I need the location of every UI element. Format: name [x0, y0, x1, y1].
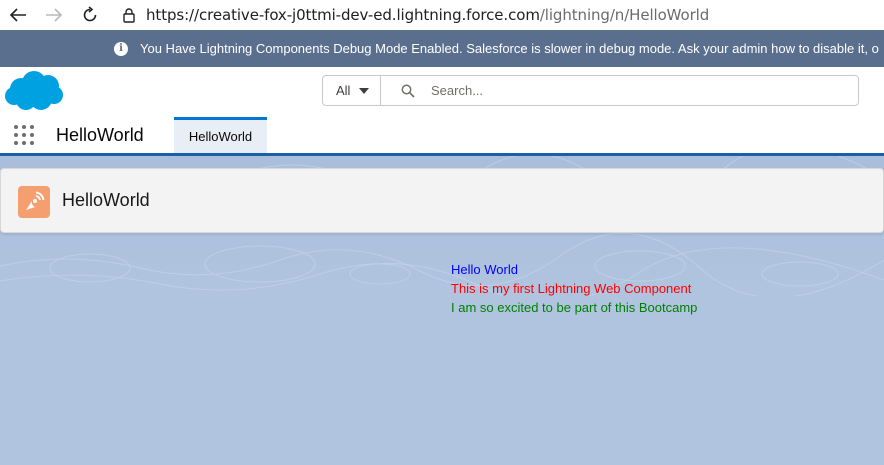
forward-arrow-icon — [46, 8, 63, 22]
search-input[interactable] — [431, 83, 811, 98]
back-arrow-icon — [9, 8, 26, 22]
broadcast-icon — [18, 186, 50, 218]
bootcamp-text: I am so excited to be part of this Bootc… — [451, 300, 698, 315]
lock-icon — [118, 7, 140, 23]
debug-mode-banner: i You Have Lightning Components Debug Mo… — [0, 30, 884, 67]
address-bar[interactable]: https://creative-fox-j0ttmi-dev-ed.light… — [118, 0, 709, 30]
lwc-output: Hello World This is my first Lightning W… — [451, 260, 697, 317]
back-button[interactable] — [0, 0, 36, 30]
debug-banner-message: You Have Lightning Components Debug Mode… — [140, 41, 879, 56]
tab-helloworld[interactable]: HelloWorld — [174, 117, 267, 153]
app-launcher-icon[interactable] — [12, 123, 36, 147]
app-name: HelloWorld — [56, 125, 144, 145]
hello-world-text: Hello World — [451, 262, 518, 277]
reload-button[interactable] — [72, 0, 108, 30]
global-header: All — [0, 67, 884, 117]
search-field[interactable] — [381, 76, 858, 105]
page-title: HelloWorld — [62, 190, 150, 210]
browser-toolbar: https://creative-fox-j0ttmi-dev-ed.light… — [0, 0, 884, 30]
reload-icon — [83, 6, 97, 22]
info-icon: i — [114, 41, 128, 56]
search-scope-label: All — [336, 83, 351, 98]
global-search: All — [322, 75, 859, 106]
page-header: HelloWorld — [0, 168, 884, 233]
search-scope-dropdown[interactable]: All — [323, 76, 381, 105]
url-text: https://creative-fox-j0ttmi-dev-ed.light… — [146, 6, 709, 24]
salesforce-cloud-logo[interactable] — [4, 69, 64, 118]
app-navigation-bar: HelloWorld HelloWorld — [0, 117, 884, 153]
chevron-down-icon — [359, 87, 370, 94]
url-host: https://creative-fox-j0ttmi-dev-ed.light… — [146, 6, 540, 24]
forward-button[interactable] — [36, 0, 72, 30]
first-lwc-text: This is my first Lightning Web Component — [451, 281, 692, 296]
url-path: /lightning/n/HelloWorld — [539, 6, 710, 24]
search-icon — [401, 84, 415, 98]
